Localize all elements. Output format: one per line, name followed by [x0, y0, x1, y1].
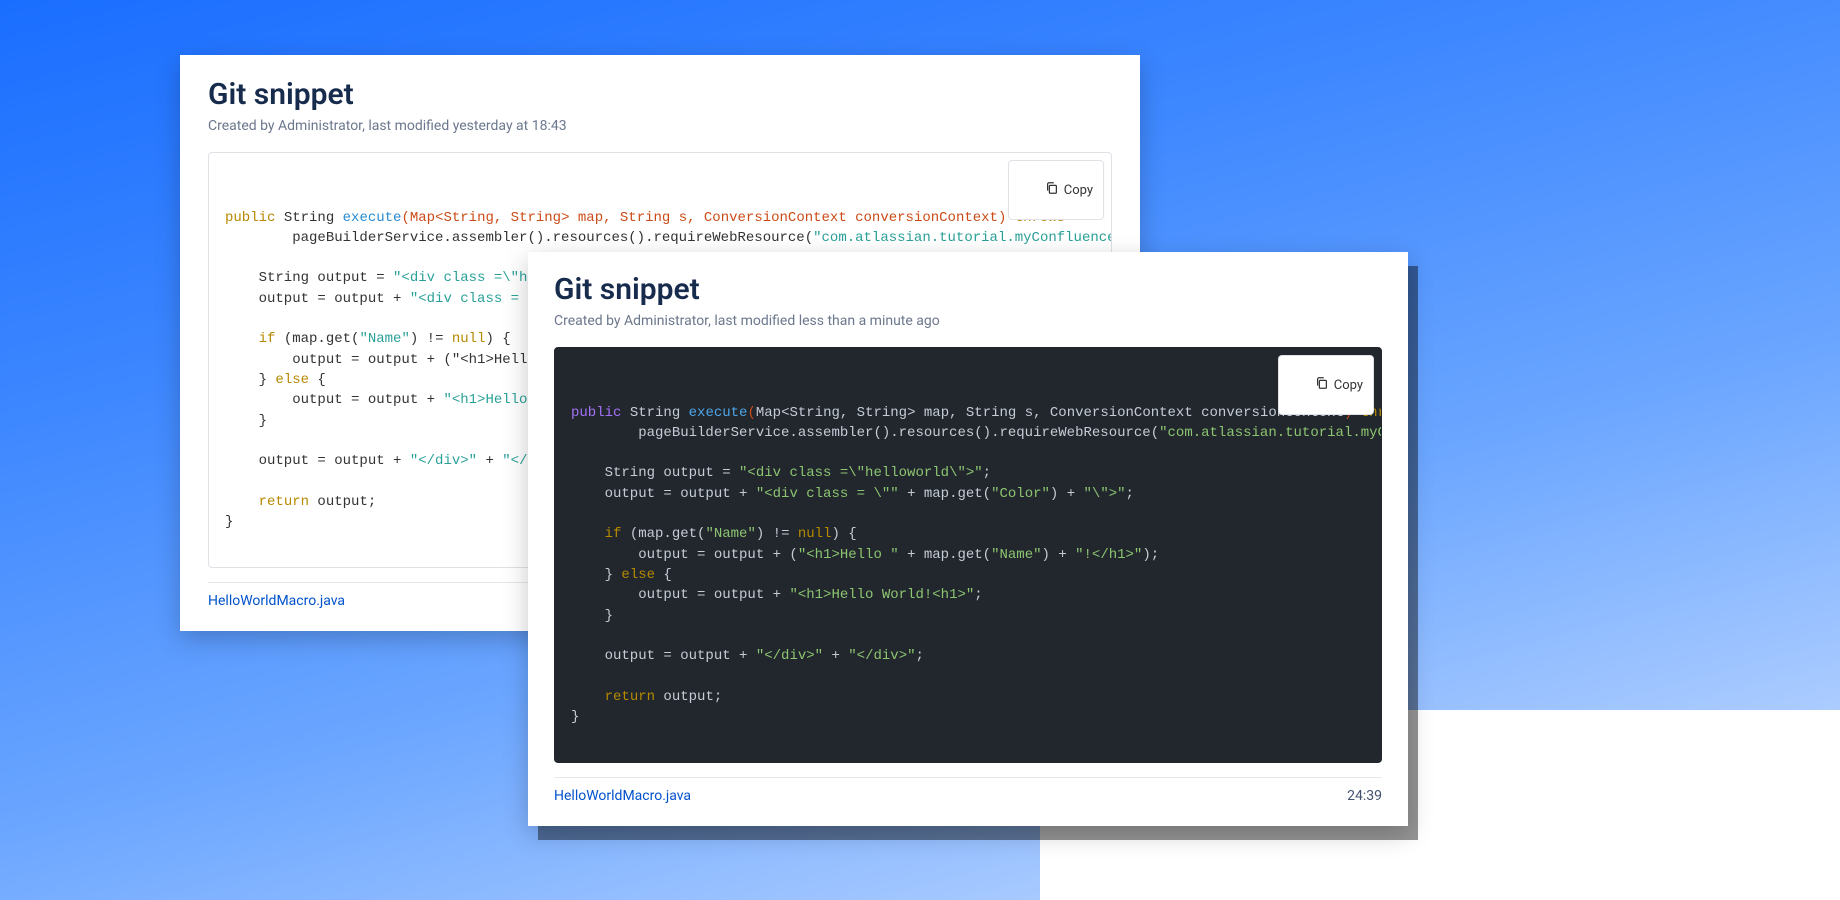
code-line: output = output + ("<h1>Hello — [225, 352, 536, 368]
snippet-footer: HelloWorldMacro.java 24:39 — [554, 777, 1382, 804]
snippet-card-dark: Git snippet Created by Administrator, la… — [528, 252, 1408, 826]
copy-button-label: Copy — [1334, 378, 1363, 393]
code-line: } — [571, 709, 579, 725]
page-title: Git snippet — [554, 272, 1382, 307]
code-line: } — [571, 608, 613, 624]
code-line: String output = "<div class =\"helloworl… — [571, 465, 991, 481]
code-line: output = output + "<div class = \ — [225, 291, 536, 307]
file-link[interactable]: HelloWorldMacro.java — [554, 788, 691, 804]
code-line: if (map.get("Name") != null) { — [571, 526, 857, 542]
copy-button[interactable]: Copy — [1008, 160, 1104, 220]
copy-button-label: Copy — [1064, 183, 1093, 198]
code-line: output = output + "</div>" + "</di — [225, 453, 544, 469]
code-line: pageBuilderService.assembler().resources… — [571, 425, 1382, 441]
page-title: Git snippet — [208, 77, 1112, 112]
copy-icon — [1019, 166, 1059, 214]
code-line: output = output + "<h1>Hello World!<h1>"… — [571, 587, 983, 603]
file-link[interactable]: HelloWorldMacro.java — [208, 593, 345, 609]
code-line: if (map.get("Name") != null) { — [225, 331, 511, 347]
code-line: } — [225, 514, 233, 530]
code-line: output = output + "<div class = \"" + ma… — [571, 486, 1134, 502]
copy-icon — [1289, 361, 1329, 409]
code-line: public String execute(Map<String, String… — [225, 210, 1074, 226]
footer-timestamp: 24:39 — [1347, 788, 1382, 804]
code-line: return output; — [225, 494, 376, 510]
page-meta: Created by Administrator, last modified … — [208, 118, 1112, 134]
code-line: pageBuilderService.assembler().resources… — [225, 230, 1112, 246]
page-meta: Created by Administrator, last modified … — [554, 313, 1382, 329]
code-line: output = output + "<h1>Hello — [225, 392, 536, 408]
copy-button[interactable]: Copy — [1278, 355, 1374, 415]
code-line: output = output + "</div>" + "</div>"; — [571, 648, 924, 664]
code-line: public String execute(Map<String, String… — [571, 405, 1382, 421]
code-block-dark: Copy public String execute(Map<String, S… — [554, 347, 1382, 763]
code-line: } — [225, 413, 267, 429]
code-line: return output; — [571, 689, 722, 705]
code-line: } else { — [225, 372, 326, 388]
code-line: output = output + ("<h1>Hello " + map.ge… — [571, 547, 1159, 563]
code-line: } else { — [571, 567, 672, 583]
